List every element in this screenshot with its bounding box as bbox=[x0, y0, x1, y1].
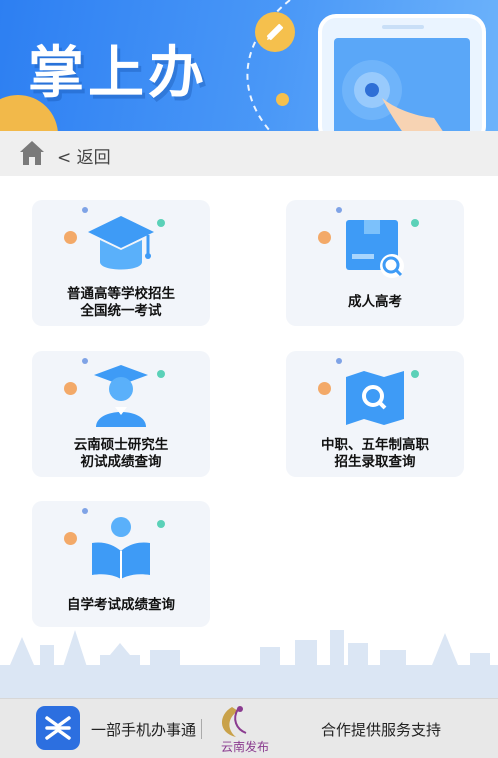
card-label: 云南硕士研究生 bbox=[73, 437, 169, 453]
map-search-icon bbox=[346, 371, 404, 425]
decoration-dot bbox=[64, 231, 77, 244]
decoration-dot bbox=[64, 382, 77, 395]
decoration-dot bbox=[64, 532, 77, 545]
service-card-gaokao[interactable]: 普通高等学校招生 全国统一考试 bbox=[32, 200, 210, 326]
decoration-dot bbox=[411, 370, 419, 378]
banner-title: 掌上办 bbox=[28, 41, 208, 106]
service-card-adult-exam[interactable]: 成人高考 bbox=[286, 200, 464, 326]
decoration-dot bbox=[82, 207, 88, 213]
footer-app-name: 一部手机办事通 bbox=[91, 721, 197, 739]
card-label: 全国统一考试 bbox=[80, 303, 162, 319]
decoration-dot bbox=[411, 219, 419, 227]
decoration-dot bbox=[336, 207, 342, 213]
banner-dot-decoration bbox=[276, 93, 289, 106]
footer-divider bbox=[201, 719, 202, 739]
decoration-dot bbox=[318, 382, 331, 395]
navigation-bar: < 返回 bbox=[0, 131, 498, 176]
service-card-postgraduate[interactable]: 云南硕士研究生 初试成绩查询 bbox=[32, 351, 210, 477]
card-label: 初试成绩查询 bbox=[80, 454, 162, 470]
footer-support-text: 合作提供服务支持 bbox=[321, 721, 442, 739]
graduate-student-icon bbox=[94, 365, 148, 427]
footer: 一部手机办事通 云南发布 合作提供服务支持 bbox=[0, 698, 498, 758]
service-card-self-study[interactable]: 自学考试成绩查询 bbox=[32, 501, 210, 627]
decoration-dot bbox=[157, 219, 165, 227]
pencil-icon bbox=[255, 12, 295, 52]
card-label: 招生录取查询 bbox=[334, 454, 416, 470]
header-banner: 掌上办 bbox=[0, 0, 498, 131]
phone-illustration bbox=[318, 14, 486, 131]
decoration-dot bbox=[336, 358, 342, 364]
back-button[interactable]: < 返回 bbox=[57, 143, 111, 168]
card-label: 自学考试成绩查询 bbox=[67, 597, 175, 613]
partner-logo-text: 云南发布 bbox=[221, 739, 269, 754]
card-label: 普通高等学校招生 bbox=[67, 286, 175, 302]
app-logo[interactable] bbox=[36, 706, 80, 750]
card-label: 中职、五年制高职 bbox=[321, 437, 429, 453]
city-skyline-decoration bbox=[0, 630, 498, 700]
decoration-dot bbox=[157, 520, 165, 528]
id-card-search-icon bbox=[346, 220, 404, 278]
decoration-dot bbox=[82, 358, 88, 364]
service-card-vocational[interactable]: 中职、五年制高职 招生录取查询 bbox=[286, 351, 464, 477]
graduation-cap-icon bbox=[88, 216, 154, 270]
reading-person-icon bbox=[92, 517, 150, 579]
decoration-dot bbox=[318, 231, 331, 244]
card-label: 成人高考 bbox=[348, 294, 402, 310]
decoration-dot bbox=[82, 508, 88, 514]
decoration-dot bbox=[157, 370, 165, 378]
yunnan-release-logo: 云南发布 bbox=[221, 706, 269, 754]
home-icon[interactable] bbox=[18, 139, 46, 167]
